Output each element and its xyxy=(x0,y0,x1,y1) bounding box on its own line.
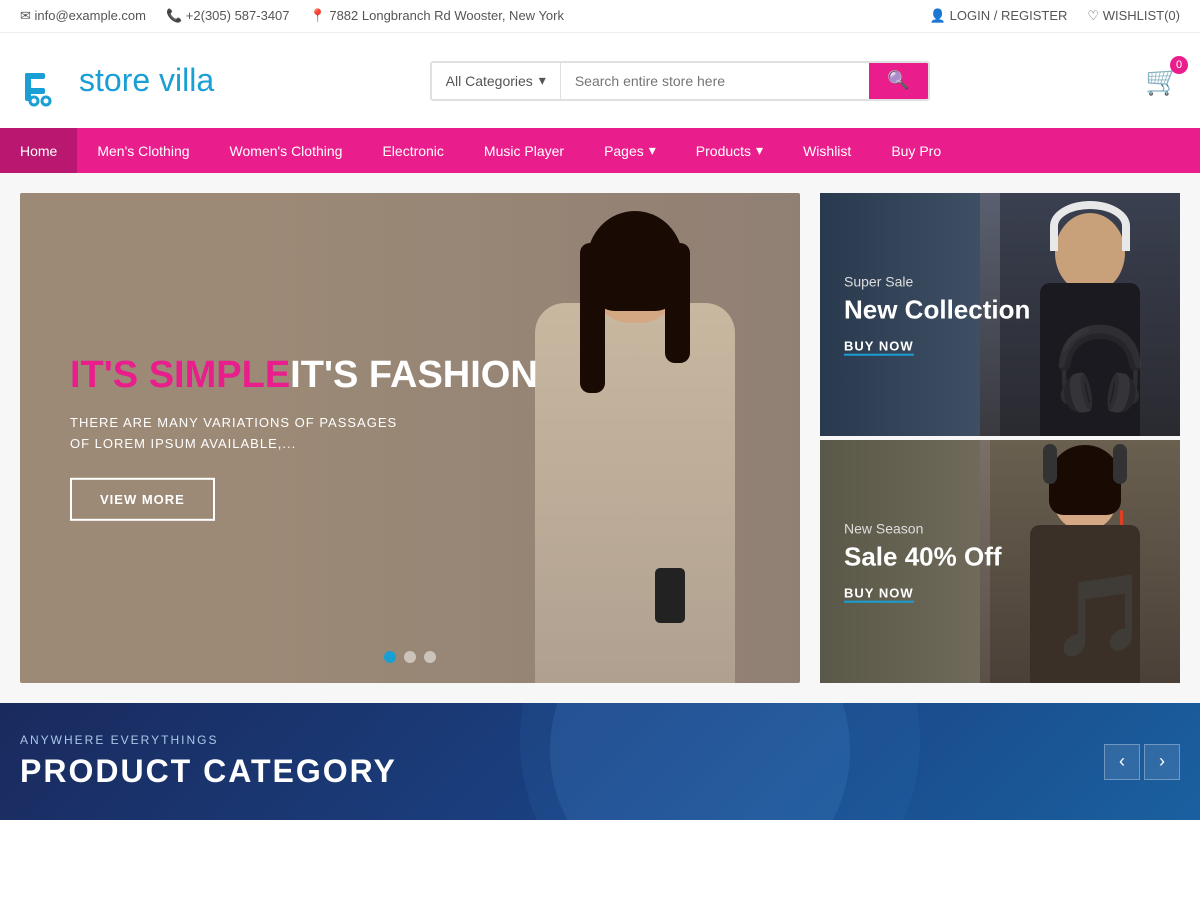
topbar-phone: 📞 +2(305) 587-3407 xyxy=(166,8,290,24)
nav-item-wishlist[interactable]: Wishlist xyxy=(783,128,871,173)
search-category-dropdown[interactable]: All Categories ▾ xyxy=(432,63,561,99)
carousel-next-button[interactable]: › xyxy=(1144,744,1180,780)
banner-2-title: Sale 40% Off xyxy=(844,542,1002,571)
banner-2-buy-button[interactable]: BUY NOW xyxy=(844,586,914,603)
logo-icon xyxy=(20,53,75,108)
banner-1-title: New Collection xyxy=(844,295,1030,324)
chevron-down-icon: ▾ xyxy=(539,72,546,89)
carousel-prev-button[interactable]: ‹ xyxy=(1104,744,1140,780)
product-category-label: ANYWHERE EVERYTHINGS xyxy=(20,733,397,747)
hero-view-more-button[interactable]: VIEW MORE xyxy=(70,478,215,521)
slider-dots xyxy=(384,651,436,663)
pages-chevron-icon: ▾ xyxy=(649,142,656,159)
cart-badge: 0 xyxy=(1170,56,1188,74)
slider-dot-3[interactable] xyxy=(424,651,436,663)
hero-description: THERE ARE MANY VARIATIONS OF PASSAGESOF … xyxy=(70,413,538,455)
main-content: IT'S SIMPLEIT'S FASHION THERE ARE MANY V… xyxy=(0,173,1200,703)
search-input[interactable] xyxy=(561,63,869,99)
hero-tagline-white: IT'S FASHION xyxy=(290,354,538,396)
nav-item-pages[interactable]: Pages ▾ xyxy=(584,128,676,173)
product-category-text: ANYWHERE EVERYTHINGS PRODUCT CATEGORY xyxy=(20,733,397,790)
banner-1-text: Super Sale New Collection BUY NOW xyxy=(844,273,1030,356)
topbar-address: 📍 7882 Longbranch Rd Wooster, New York xyxy=(310,8,564,24)
banner-1[interactable]: Super Sale New Collection BUY NOW xyxy=(820,193,1180,436)
nav-item-mens-clothing[interactable]: Men's Clothing xyxy=(77,128,209,173)
navbar: Home Men's Clothing Women's Clothing Ele… xyxy=(0,128,1200,173)
product-category-section: ANYWHERE EVERYTHINGS PRODUCT CATEGORY ‹ … xyxy=(0,703,1200,820)
topbar: ✉ info@example.com 📞 +2(305) 587-3407 📍 … xyxy=(0,0,1200,33)
wishlist-link[interactable]: ♡ WISHLIST(0) xyxy=(1087,8,1180,24)
banner-1-subtitle: Super Sale xyxy=(844,273,1030,289)
banner-1-buy-button[interactable]: BUY NOW xyxy=(844,339,914,356)
nav-item-home[interactable]: Home xyxy=(0,128,77,173)
logo[interactable]: store villa xyxy=(20,53,214,108)
carousel-buttons: ‹ › xyxy=(1104,744,1180,780)
login-register-link[interactable]: 👤 LOGIN / REGISTER xyxy=(930,8,1068,24)
topbar-right: 👤 LOGIN / REGISTER ♡ WISHLIST(0) xyxy=(930,8,1180,24)
nav-item-music-player[interactable]: Music Player xyxy=(464,128,584,173)
hero-tagline: IT'S SIMPLEIT'S FASHION xyxy=(70,355,538,397)
nav-item-electronic[interactable]: Electronic xyxy=(362,128,463,173)
nav-item-products[interactable]: Products ▾ xyxy=(676,128,783,173)
topbar-email: ✉ info@example.com xyxy=(20,8,146,24)
cart-button[interactable]: 🛒 0 xyxy=(1145,64,1180,97)
decorative-circle-2 xyxy=(520,703,920,820)
hero-text: IT'S SIMPLEIT'S FASHION THERE ARE MANY V… xyxy=(70,355,538,521)
slider-dot-2[interactable] xyxy=(404,651,416,663)
search-button[interactable]: 🔍 xyxy=(869,63,927,99)
logo-text: store villa xyxy=(79,62,214,99)
nav-item-buy-pro[interactable]: Buy Pro xyxy=(871,128,961,173)
products-chevron-icon: ▾ xyxy=(756,142,763,159)
product-category-title: PRODUCT CATEGORY xyxy=(20,753,397,790)
hero-slider: IT'S SIMPLEIT'S FASHION THERE ARE MANY V… xyxy=(20,193,800,683)
header: store villa All Categories ▾ 🔍 🛒 0 xyxy=(0,33,1200,128)
banner-2-text: New Season Sale 40% Off BUY NOW xyxy=(844,520,1002,603)
banner-2-subtitle: New Season xyxy=(844,520,1002,536)
topbar-left: ✉ info@example.com 📞 +2(305) 587-3407 📍 … xyxy=(20,8,564,24)
banner-2[interactable]: New Season Sale 40% Off BUY NOW xyxy=(820,440,1180,683)
slider-dot-1[interactable] xyxy=(384,651,396,663)
search-bar: All Categories ▾ 🔍 xyxy=(430,61,930,101)
hero-tagline-pink: IT'S SIMPLE xyxy=(70,354,290,396)
search-icon: 🔍 xyxy=(887,70,909,91)
right-banners: Super Sale New Collection BUY NOW xyxy=(820,193,1180,683)
nav-item-womens-clothing[interactable]: Women's Clothing xyxy=(210,128,363,173)
